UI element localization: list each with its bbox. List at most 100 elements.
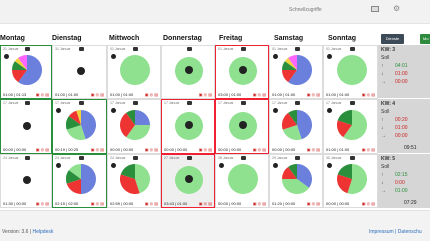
comment-icon[interactable] xyxy=(78,101,84,105)
cell-actions-icon[interactable]: ▣ ◎ ▤ xyxy=(199,92,212,97)
day-cell[interactable]: 24 Januar 02:59 | 00:00 ▣ ◎ ▤ xyxy=(107,154,161,208)
time-pie-chart xyxy=(282,164,312,194)
day-times: 01:00 | 01:00 xyxy=(272,92,296,97)
cell-actions-icon[interactable]: ▣ ◎ ▤ xyxy=(145,147,158,152)
comment-icon[interactable] xyxy=(25,156,30,160)
day-cell[interactable]: 01 Januar 03:00 | 01:00 ▣ ◎ ▤ xyxy=(215,45,269,99)
day-cell[interactable]: 27 Januar 03:43 | 01:00 ▣ ◎ ▤ xyxy=(161,154,215,208)
cell-actions-icon[interactable]: ▣ ◎ ▤ xyxy=(307,92,320,97)
day-cell[interactable]: 17 Januar 00:00 | 00:00 ▣ ◎ ▤ xyxy=(215,99,269,154)
gear-icon[interactable]: ⚙ xyxy=(393,5,400,13)
time-pie-chart xyxy=(65,109,96,140)
time-pie-chart xyxy=(282,109,312,140)
comment-icon[interactable] xyxy=(187,101,192,105)
arrow-down-icon: ↓ xyxy=(381,71,384,77)
cell-actions-icon[interactable]: ▣ ◎ ▤ xyxy=(91,92,104,97)
comment-icon[interactable] xyxy=(241,156,246,160)
cell-actions-icon[interactable]: ▣ ◎ ▤ xyxy=(307,201,320,206)
helpdesk-link[interactable]: Helpdesk xyxy=(33,229,54,235)
day-cell[interactable]: 29 Januar 01:20 | 00:00 ▣ ◎ ▤ xyxy=(269,154,323,208)
time-pie-chart xyxy=(336,109,367,140)
week-title: KW: 3 xyxy=(381,47,396,53)
cell-actions-icon[interactable]: ▣ ◎ ▤ xyxy=(362,92,375,97)
comment-icon[interactable] xyxy=(295,156,300,160)
day-times: 01:00 | 01:00 xyxy=(326,92,350,97)
day-times: 00:00 | 00:00 xyxy=(272,147,296,152)
comment-icon[interactable] xyxy=(241,101,246,105)
day-date: 01 Januar xyxy=(272,47,288,51)
comment-icon[interactable] xyxy=(187,47,192,51)
day-date: 17 Januar xyxy=(164,101,180,105)
cell-actions-icon[interactable]: ▣ ◎ ▤ xyxy=(362,147,375,152)
arrow-right-icon: → xyxy=(381,133,386,139)
time-pie-chart xyxy=(65,164,96,194)
day-times: 00:00 | 00:00 xyxy=(218,201,242,206)
comment-icon[interactable] xyxy=(241,47,246,51)
day-cell[interactable]: 01 Januar 01:00 | 01:00 ▣ ◎ ▤ xyxy=(269,45,323,99)
mail-icon[interactable] xyxy=(371,6,379,12)
day-times: 00:00 | 00:00 xyxy=(218,147,242,152)
time-pie-chart xyxy=(120,109,150,140)
mo-button[interactable]: Mo xyxy=(420,34,430,44)
cell-actions-icon[interactable]: ▣ ◎ ▤ xyxy=(362,201,375,206)
day-cell[interactable]: 30 Januar 00:00 | 00:00 ▣ ◎ ▤ xyxy=(323,154,378,208)
comment-icon[interactable] xyxy=(25,101,30,105)
weekday-header: Montag Dienstag Mittwoch Donnerstag Frei… xyxy=(0,31,430,45)
comment-icon[interactable] xyxy=(133,156,138,160)
cell-actions-icon[interactable]: ▣ ◎ ▤ xyxy=(199,147,212,152)
day-cell[interactable]: 01 Januar 01:00 | 01:00 ▣ ◎ ▤ xyxy=(107,45,161,99)
day-cell[interactable]: 24 Januar 01:30 | 00:00 ▣ ◎ ▤ xyxy=(0,154,52,208)
arrow-up-icon: ↑ xyxy=(381,117,384,123)
calendar-grid: 31 Januar 01:00 | 01:13 ▣ ◎ ▤ 31 Januar 01:0… xyxy=(0,45,378,208)
comment-icon[interactable] xyxy=(133,47,138,51)
day-cell[interactable]: 01 Januar 01:00 | 01:00 ▣ ◎ ▤ xyxy=(323,45,378,99)
comment-icon[interactable] xyxy=(78,47,84,51)
comment-icon[interactable] xyxy=(295,47,300,51)
week-title: KW: 5 xyxy=(381,156,396,162)
cell-actions-icon[interactable]: ▣ ◎ ▤ xyxy=(145,92,158,97)
comment-icon[interactable] xyxy=(133,101,138,105)
day-cell[interactable]: ▣ ◎ ▤ xyxy=(161,45,215,99)
time-pie-chart xyxy=(12,55,42,85)
person-icon xyxy=(111,54,116,59)
comment-icon[interactable] xyxy=(349,156,355,160)
cell-actions-icon[interactable]: ▣ ◎ ▤ xyxy=(91,147,104,152)
day-cell[interactable]: 31 Januar 01:00 | 01:00 ▣ ◎ ▤ xyxy=(52,45,107,99)
day-date: 17 Januar xyxy=(272,101,288,105)
cell-actions-icon[interactable]: ▣ ◎ ▤ xyxy=(307,147,320,152)
day-cell[interactable]: 17 Januar 00:00 | 00:00 ▣ ◎ ▤ xyxy=(107,99,161,154)
cell-actions-icon[interactable]: ▣ ◎ ▤ xyxy=(36,201,49,206)
arrow-up-icon: ↑ xyxy=(381,63,384,69)
day-cell[interactable]: 24 Januar 02:15 | 02:00 ▣ ◎ ▤ xyxy=(52,154,107,208)
soll-label: Soll xyxy=(381,164,390,170)
day-cell[interactable]: 17 Januar 00:00 | 00:00 ▣ ◎ ▤ xyxy=(269,99,323,154)
cell-actions-icon[interactable]: ▣ ◎ ▤ xyxy=(199,201,212,206)
comment-icon[interactable] xyxy=(187,156,192,160)
person-icon xyxy=(111,163,116,168)
day-cell[interactable]: 28 Januar 00:00 | 00:00 ▣ ◎ ▤ xyxy=(215,154,269,208)
cell-actions-icon[interactable]: ▣ ◎ ▤ xyxy=(36,92,49,97)
week-summary: KW: 5 Soll ↑ 02:15 ↓ 0:00 → 01:00 07:29 xyxy=(378,154,430,208)
comment-icon[interactable] xyxy=(295,101,300,105)
day-cell[interactable]: 17 Januar 00:00 | 00:00 ▣ ◎ ▤ xyxy=(0,99,52,154)
dienste-button[interactable]: Dienste xyxy=(381,34,404,44)
cell-actions-icon[interactable]: ▣ ◎ ▤ xyxy=(145,201,158,206)
quick-access-link[interactable]: Schnellzugriffe xyxy=(289,7,322,13)
cell-actions-icon[interactable]: ▣ ◎ ▤ xyxy=(253,201,266,206)
week-value: 00:20 xyxy=(395,117,408,123)
day-header-mittwoch: Mittwoch xyxy=(109,35,140,42)
cell-actions-icon[interactable]: ▣ ◎ ▤ xyxy=(91,201,104,206)
legal-links[interactable]: Impressum | Datenschu xyxy=(369,229,422,235)
day-cell[interactable]: 31 Januar 01:00 | 01:13 ▣ ◎ ▤ xyxy=(0,45,52,99)
comment-icon[interactable] xyxy=(25,47,30,51)
comment-icon[interactable] xyxy=(349,101,355,105)
comment-icon[interactable] xyxy=(78,156,84,160)
cell-actions-icon[interactable]: ▣ ◎ ▤ xyxy=(36,147,49,152)
day-cell[interactable]: 17 Januar 01:00 | 01:00 ▣ ◎ ▤ xyxy=(323,99,378,154)
cell-actions-icon[interactable]: ▣ ◎ ▤ xyxy=(253,147,266,152)
comment-icon[interactable] xyxy=(349,47,355,51)
day-cell[interactable]: 17 Januar 00:19 | 00:25 ▣ ◎ ▤ xyxy=(52,99,107,154)
week-value: 01:00 xyxy=(395,188,408,194)
cell-actions-icon[interactable]: ▣ ◎ ▤ xyxy=(253,92,266,97)
day-cell[interactable]: 17 Januar 00:00 | 00:00 ▣ ◎ ▤ xyxy=(161,99,215,154)
